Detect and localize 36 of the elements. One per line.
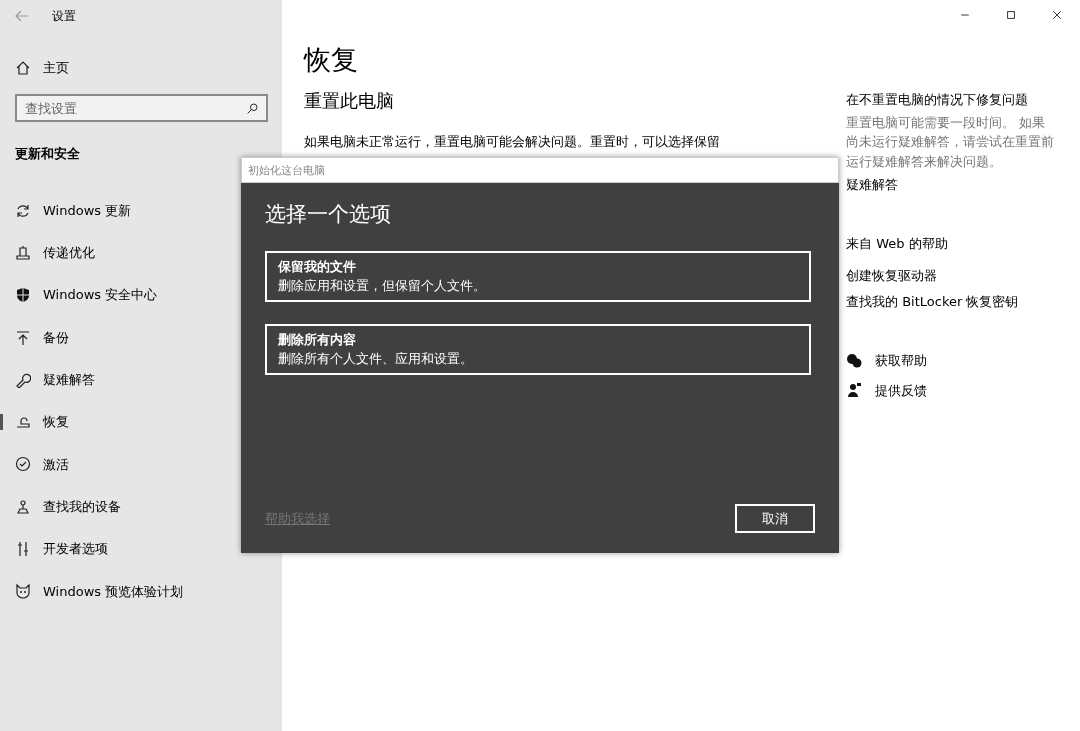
aside-heading: 在不重置电脑的情况下修复问题 bbox=[846, 91, 1029, 109]
person-locate-icon bbox=[15, 498, 31, 515]
window-title: 设置 bbox=[52, 8, 76, 25]
sync-icon bbox=[15, 202, 31, 219]
option-button[interactable]: 保留我的文件 删除应用和设置，但保留个人文件。 bbox=[265, 250, 811, 302]
tools-icon bbox=[15, 541, 31, 557]
upload-icon bbox=[15, 329, 31, 346]
maximize-icon[interactable] bbox=[1005, 9, 1017, 21]
help-link[interactable]: 查找我的 BitLocker 恢复密钥 bbox=[846, 291, 1054, 311]
shield-icon bbox=[15, 287, 31, 304]
home-nav-item[interactable]: 主页 bbox=[0, 56, 282, 80]
cancel-button[interactable]: 取消 bbox=[735, 504, 815, 533]
dialog-title: 初始化这台电脑 bbox=[241, 157, 839, 183]
page-title: 恢复 bbox=[304, 44, 359, 77]
cat-icon bbox=[15, 583, 31, 600]
search-icon bbox=[246, 102, 259, 115]
close-icon[interactable] bbox=[1051, 9, 1063, 21]
dialog-heading: 选择一个选项 bbox=[265, 201, 392, 228]
section-title: 重置此电脑 bbox=[304, 90, 395, 112]
back-icon bbox=[14, 8, 30, 24]
recovery-icon bbox=[15, 414, 31, 431]
aside-heading: 来自 Web 的帮助 bbox=[846, 235, 949, 253]
feedback-icon bbox=[846, 382, 862, 399]
action-link[interactable]: 获取帮助 bbox=[846, 351, 1054, 371]
check-circle-icon bbox=[15, 456, 31, 473]
option-button[interactable]: 删除所有内容 删除所有个人文件、应用和设置。 bbox=[265, 323, 811, 375]
wrench-icon bbox=[15, 371, 31, 388]
section-heading: 更新和安全 bbox=[15, 145, 80, 163]
home-icon bbox=[15, 60, 31, 76]
search-field[interactable]: 查找设置 bbox=[15, 94, 268, 122]
action-link[interactable]: 提供反馈 bbox=[846, 380, 1054, 400]
sidebar-item[interactable]: Windows 预览体验计划 bbox=[0, 570, 282, 613]
description-text: 如果电脑未正常运行，重置电脑可能会解决问题。重置时，可以选择保留 bbox=[304, 133, 721, 151]
troubleshoot-link[interactable]: 疑难解答 bbox=[846, 174, 1054, 194]
help-link[interactable]: 创建恢复驱动器 bbox=[846, 265, 1054, 285]
aside-text: 重置电脑可能需要一段时间。 如果尚未运行疑难解答，请尝试在重置前运行疑难解答来解决问题。 bbox=[846, 113, 1054, 171]
